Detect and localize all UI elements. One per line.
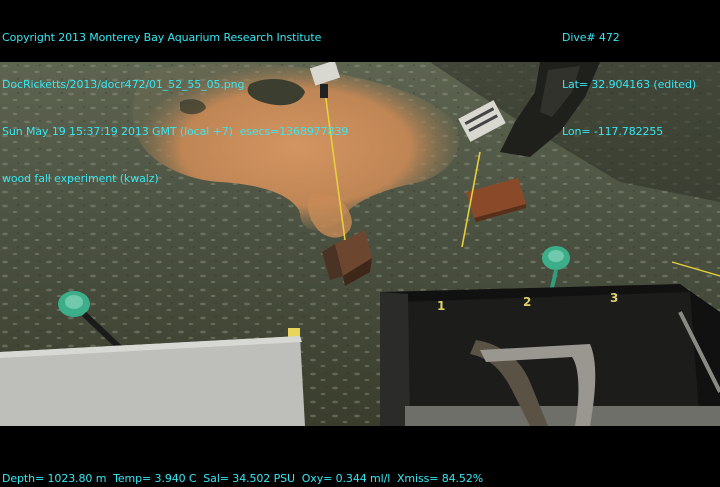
timestamp-line: Sun May 19 15:37:19 2013 GMT (local +7) …: [2, 124, 349, 138]
image-path-line: DocRicketts/2013/docr472/01_52_55_05.png: [2, 77, 245, 91]
copyright-line: Copyright 2013 Monterey Bay Aquarium Res…: [2, 31, 322, 45]
top-left-overlay: Copyright 2013 Monterey Bay Aquarium Res…: [2, 0, 348, 217]
video-frame: 1 2 3 Copyright 2013 Monterey Bay Aquari…: [0, 0, 720, 486]
crate-marker-3: 3: [610, 291, 618, 305]
dive-line: Dive# 472: [562, 31, 620, 45]
crate-marker-2: 2: [523, 295, 531, 309]
longitude-line: Lon= -117.782255: [562, 124, 664, 138]
crate-marker-1: 1: [437, 299, 445, 313]
sensor-readout-line: Depth= 1023.80 m Temp= 3.940 C Sal= 34.5…: [2, 472, 484, 485]
sample-crate: [380, 284, 720, 426]
top-right-overlay: Dive# 472 Lat= 32.904163 (edited) Lon= -…: [562, 0, 696, 171]
latitude-line: Lat= 32.904163 (edited): [562, 77, 697, 91]
experiment-line: wood fall experiment (kwalz): [2, 171, 159, 185]
